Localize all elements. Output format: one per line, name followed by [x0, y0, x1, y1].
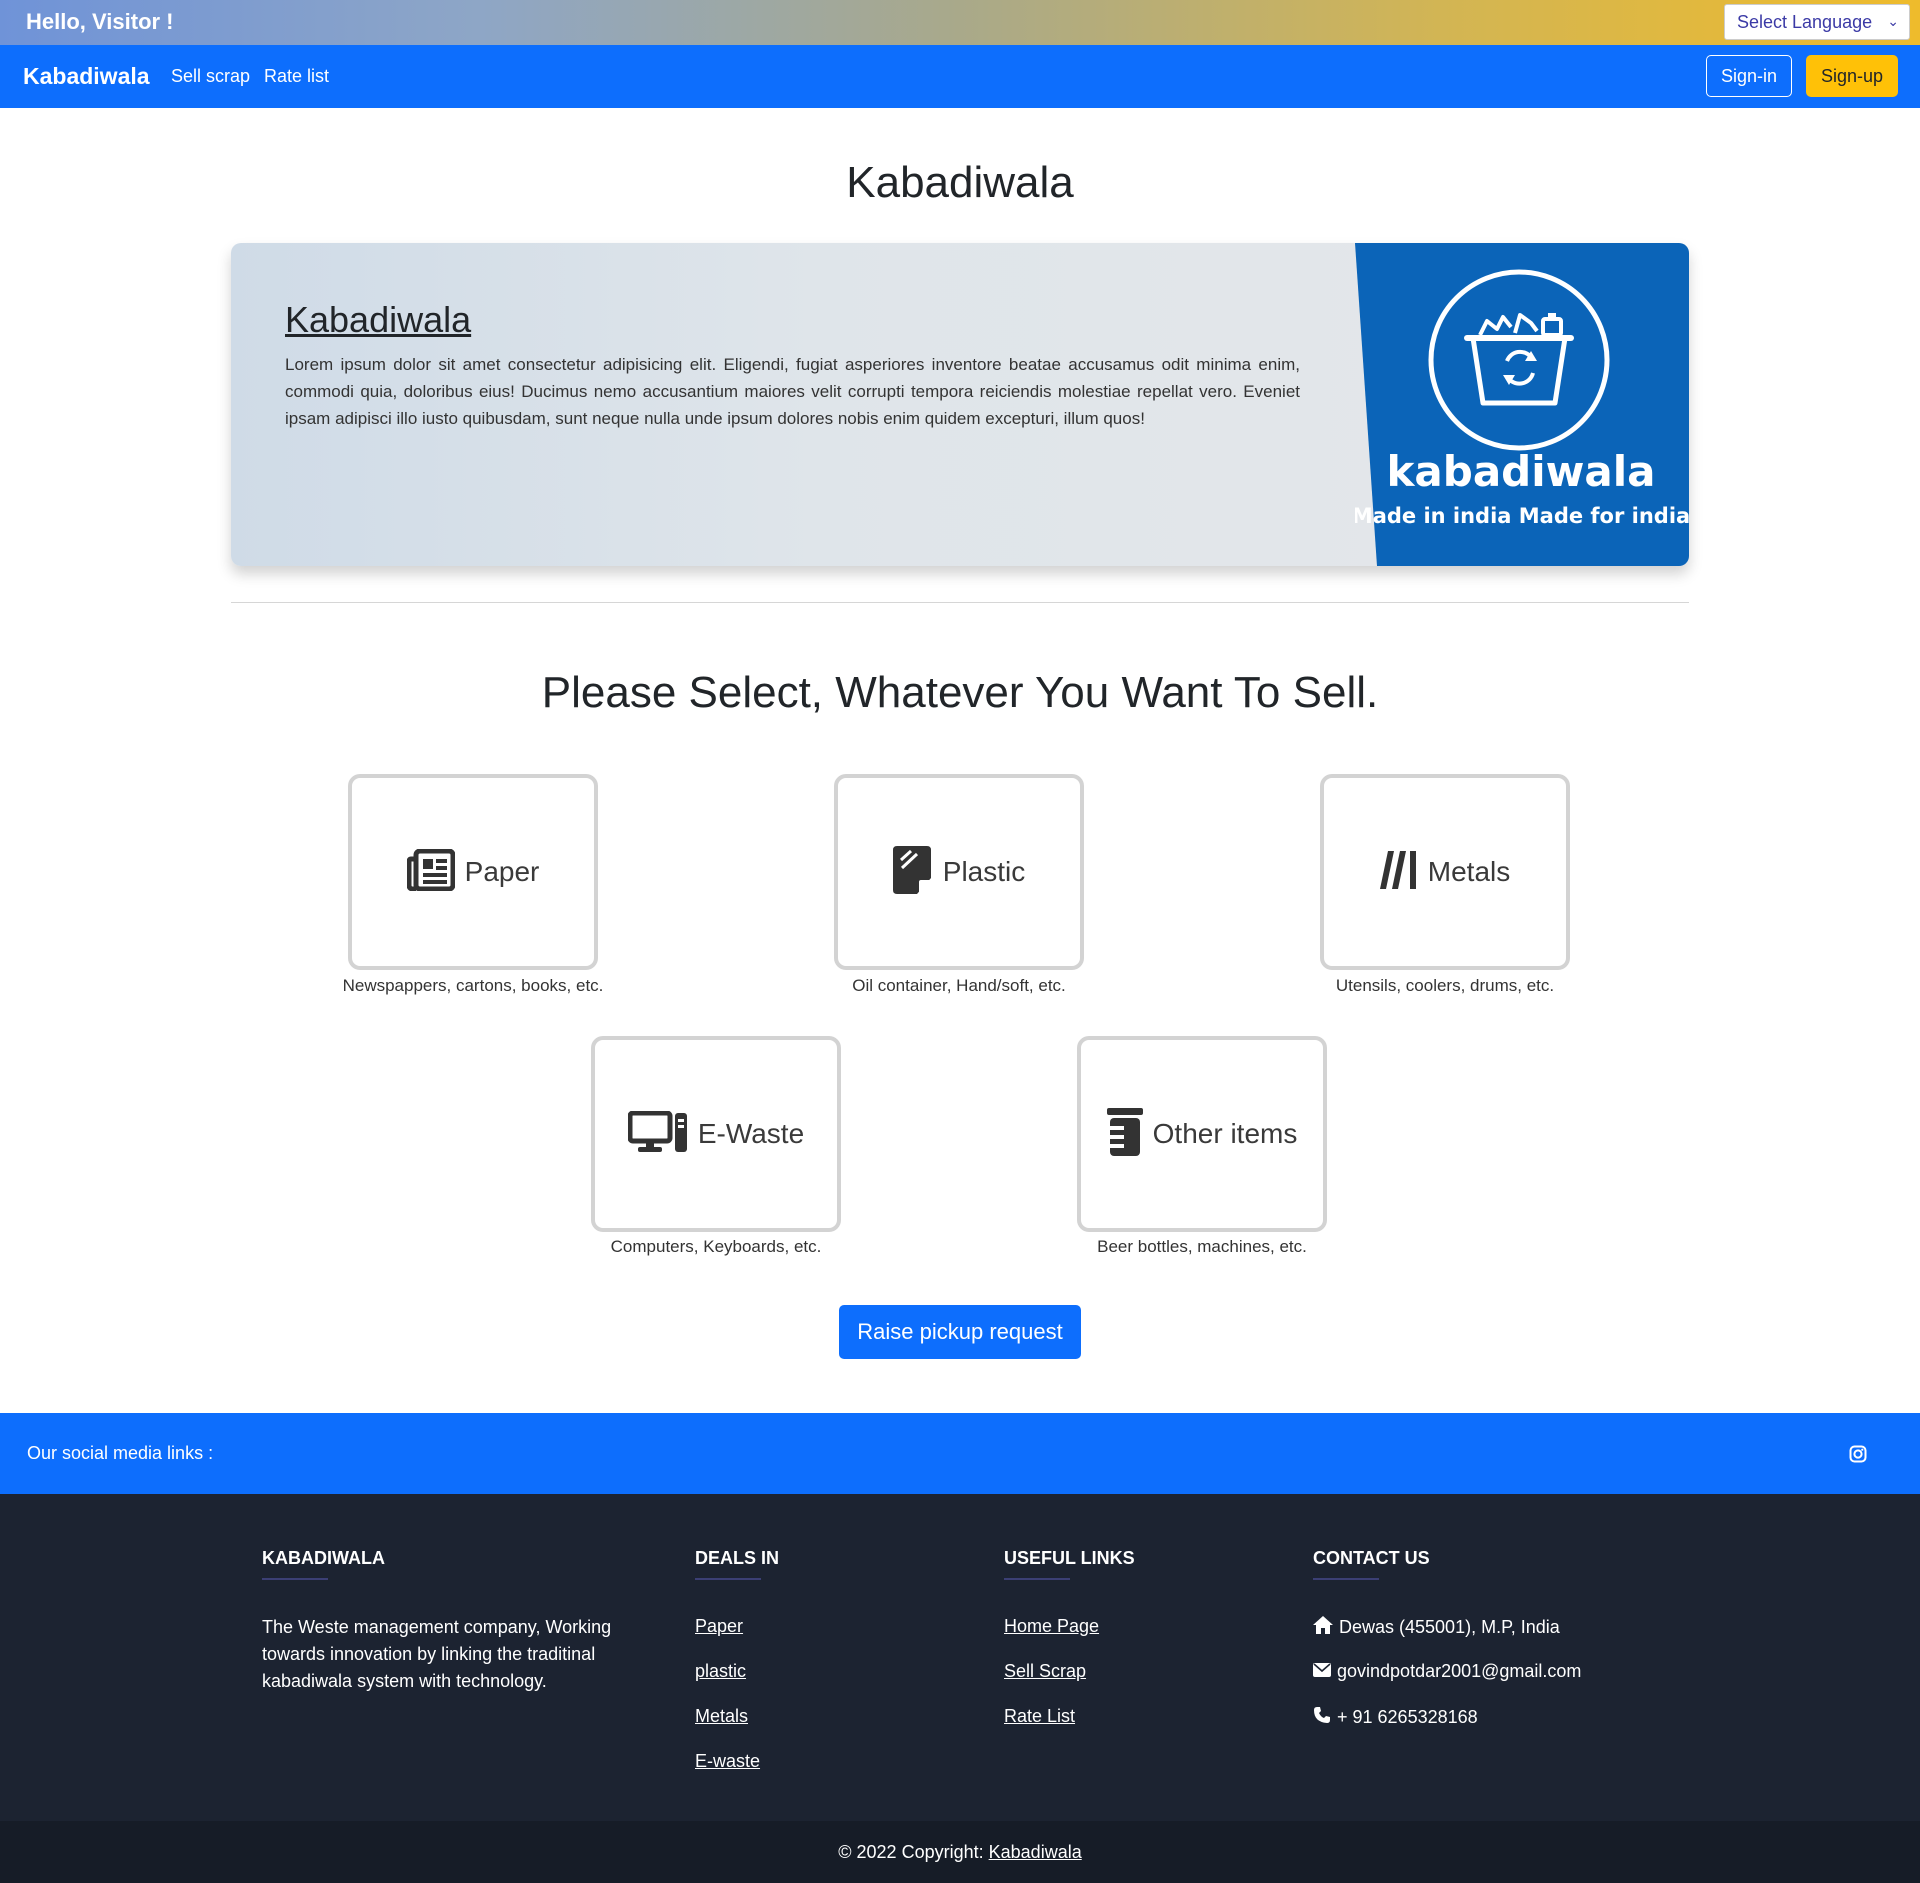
category-ewaste-label: E-Waste	[697, 1118, 805, 1149]
footer-about-text: The Weste management company, Working to…	[262, 1617, 612, 1691]
footer-deals-heading: DEALS IN	[695, 1548, 780, 1568]
category-plastic-label: Plastic	[942, 856, 1026, 887]
chevron-down-icon: ⌄	[1887, 13, 1899, 29]
language-select[interactable]: Select Language ⌄	[1724, 4, 1910, 40]
note-sticky-icon	[892, 845, 943, 899]
hero-card: Kabadiwala Lorem ipsum dolor sit amet co…	[231, 243, 1689, 566]
footer: KABADIWALA The Weste management company,…	[0, 1494, 1920, 1821]
raise-pickup-button[interactable]: Raise pickup request	[839, 1305, 1081, 1359]
footer-link-metals[interactable]: Metals	[695, 1706, 748, 1727]
footer-heading-underline	[1313, 1578, 1379, 1580]
phone-icon	[1313, 1706, 1337, 1729]
logo-tagline: Made in india Made for india	[1355, 504, 1689, 528]
footer-heading-underline	[1004, 1578, 1070, 1580]
language-select-label: Select Language	[1737, 12, 1873, 32]
hero-text: Lorem ipsum dolor sit amet consectetur a…	[285, 355, 1300, 428]
footer-about-heading: KABADIWALA	[262, 1548, 385, 1568]
nav-link-rate-list[interactable]: Rate list	[264, 66, 329, 87]
hero-heading[interactable]: Kabadiwala	[285, 299, 471, 341]
footer-link-rate-list[interactable]: Rate List	[1004, 1706, 1075, 1727]
category-plastic-desc: Oil container, Hand/soft, etc.	[852, 976, 1066, 995]
kabadiwala-logo: kabadiwala Made in india Made for india	[1352, 243, 1689, 566]
footer-link-ewaste[interactable]: E-waste	[695, 1751, 760, 1772]
signin-button[interactable]: Sign-in	[1706, 55, 1792, 97]
logo-name: kabadiwala	[1386, 447, 1655, 496]
category-paper-desc: Newspappers, cartons, books, etc.	[342, 976, 604, 995]
select-title: Please Select, Whatever You Want To Sell…	[541, 668, 1379, 717]
footer-useful-heading: USEFUL LINKS	[1004, 1548, 1135, 1568]
footer-email-text[interactable]: govindpotdar2001@gmail.com	[1337, 1661, 1581, 1682]
footer-link-plastic[interactable]: plastic	[695, 1661, 746, 1682]
category-other-label: Other items	[1152, 1118, 1298, 1149]
category-plastic-card[interactable]: Plastic	[834, 774, 1084, 970]
home-icon	[1313, 1616, 1339, 1639]
footer-contact-address: Dewas (455001), M.P, India	[1313, 1616, 1560, 1639]
footer-address-text: Dewas (455001), M.P, India	[1339, 1617, 1560, 1637]
footer-contact-phone: + 91 6265328168	[1313, 1706, 1478, 1729]
footer-contact-email: govindpotdar2001@gmail.com	[1313, 1661, 1581, 1682]
category-other-card[interactable]: Other items	[1077, 1036, 1327, 1232]
signup-button[interactable]: Sign-up	[1806, 55, 1898, 97]
copyright-link[interactable]: Kabadiwala	[989, 1842, 1082, 1862]
social-text: Our social media links :	[27, 1443, 214, 1463]
footer-heading-underline	[695, 1578, 761, 1580]
footer-phone-text[interactable]: + 91 6265328168	[1337, 1707, 1478, 1728]
category-other-desc: Beer bottles, machines, etc.	[1097, 1237, 1307, 1256]
footer-link-sell-scrap[interactable]: Sell Scrap	[1004, 1661, 1086, 1682]
category-metals-card[interactable]: Metals	[1320, 774, 1570, 970]
computer-icon	[627, 1110, 698, 1158]
footer-link-home[interactable]: Home Page	[1004, 1616, 1099, 1637]
copyright-bar: © 2022 Copyright: Kabadiwala	[0, 1821, 1920, 1883]
divider	[231, 602, 1689, 603]
instagram-icon[interactable]	[1849, 1445, 1867, 1468]
category-paper-card[interactable]: Paper	[348, 774, 598, 970]
navbar: Kabadiwala Sell scrap Rate list Sign-in …	[0, 45, 1920, 108]
metal-bars-icon	[1379, 849, 1428, 896]
copyright-text: © 2022 Copyright:	[838, 1842, 984, 1862]
greeting-text: Hello, Visitor !	[26, 9, 174, 34]
social-bar: Our social media links :	[0, 1413, 1920, 1494]
footer-link-paper[interactable]: Paper	[695, 1616, 743, 1637]
nav-link-sell-scrap[interactable]: Sell scrap	[171, 66, 250, 87]
footer-contact-heading: CONTACT US	[1313, 1548, 1430, 1568]
category-ewaste-desc: Computers, Keyboards, etc.	[610, 1237, 822, 1256]
category-paper-label: Paper	[464, 856, 540, 887]
newspaper-icon	[406, 848, 465, 896]
jar-icon	[1106, 1107, 1153, 1161]
envelope-icon	[1313, 1661, 1337, 1682]
category-metals-desc: Utensils, coolers, drums, etc.	[1335, 976, 1555, 995]
greeting-bar: Hello, Visitor ! Select Language ⌄	[0, 0, 1920, 45]
footer-heading-underline	[262, 1578, 328, 1580]
category-ewaste-card[interactable]: E-Waste	[591, 1036, 841, 1232]
navbar-brand[interactable]: Kabadiwala	[23, 63, 150, 90]
category-metals-label: Metals	[1427, 856, 1511, 887]
page-title: Kabadiwala	[846, 158, 1074, 207]
